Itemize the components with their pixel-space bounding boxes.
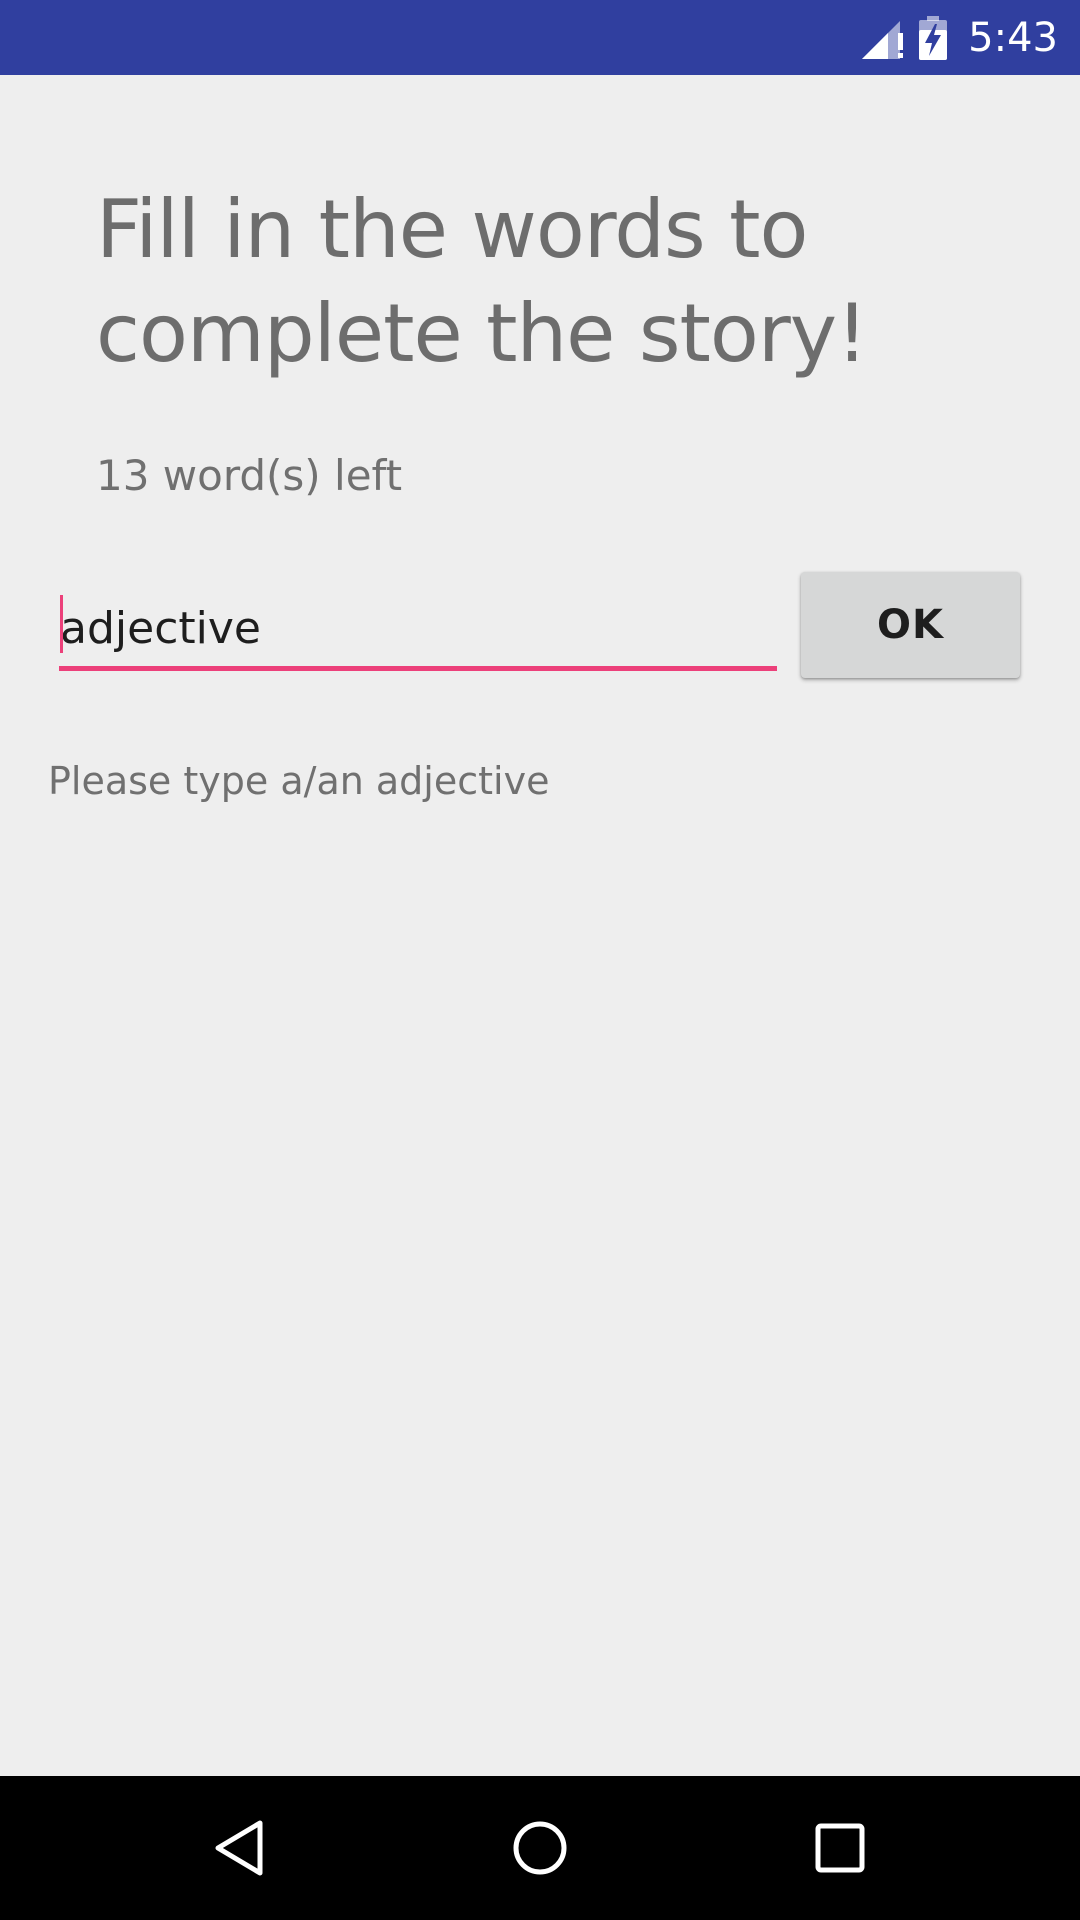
words-left-counter: 13 word(s) left [96,451,403,500]
signal-alert-icon [860,15,906,61]
home-button[interactable] [460,1776,620,1920]
page-title: Fill in the words to complete the story! [96,183,868,380]
status-bar: 5:43 [0,0,1080,75]
status-icons: 5:43 [860,0,1058,75]
recents-icon [810,1818,870,1878]
word-input-container [59,590,777,671]
status-time: 5:43 [968,14,1058,61]
text-cursor [60,595,63,653]
home-icon [510,1818,570,1878]
recents-button[interactable] [760,1776,920,1920]
ok-button[interactable]: OK [801,572,1020,678]
navigation-bar [0,1776,1080,1920]
battery-charging-icon [918,15,948,61]
back-icon [210,1818,270,1878]
back-button[interactable] [160,1776,320,1920]
word-input[interactable] [59,590,777,666]
word-hint: Please type a/an adjective [48,759,550,803]
